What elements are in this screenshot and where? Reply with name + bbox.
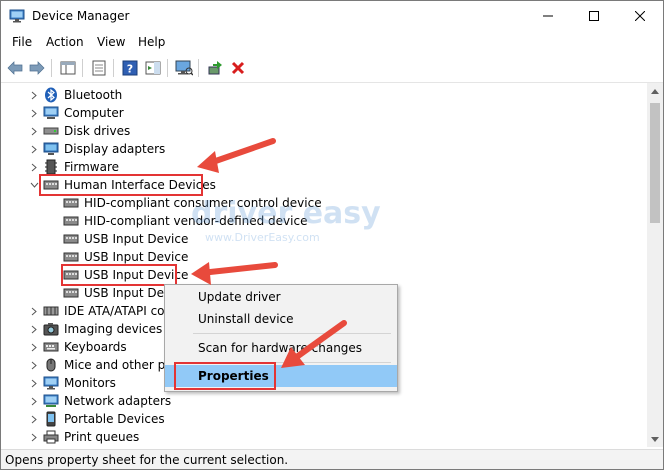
- chevron-right-icon[interactable]: [29, 342, 39, 352]
- toolbar-separator: [51, 59, 52, 77]
- back-arrow-icon: [7, 61, 23, 75]
- toolbar-separator: [113, 59, 114, 77]
- tree-item-usb-input-device-4[interactable]: USB Input Devi: [63, 284, 174, 302]
- back-button[interactable]: [5, 58, 25, 78]
- hid-icon: [63, 213, 79, 229]
- hid-icon: [63, 285, 79, 301]
- vertical-scrollbar[interactable]: [647, 83, 663, 447]
- scan-monitor-icon: [175, 60, 193, 76]
- tree-item-print-queues[interactable]: Print queues: [31, 428, 139, 446]
- action-pane-icon: [145, 61, 161, 75]
- toolbar: ?: [1, 54, 663, 83]
- tree-item-mice-and-other-pointing[interactable]: Mice and other po: [31, 356, 173, 374]
- show-hide-console-tree-button[interactable]: [58, 58, 78, 78]
- scan-hardware-button[interactable]: [174, 58, 194, 78]
- chevron-down-icon[interactable]: [29, 180, 39, 190]
- tree-item-hid-vendor-defined[interactable]: HID-compliant vendor-defined device: [63, 212, 307, 230]
- tree-item-imaging-devices[interactable]: Imaging devices: [31, 320, 162, 338]
- hid-icon: [63, 195, 79, 211]
- chevron-right-icon[interactable]: [29, 378, 39, 388]
- maximize-button[interactable]: [571, 1, 617, 31]
- tree-item-computer[interactable]: Computer: [31, 104, 124, 122]
- red-x-icon: [231, 61, 245, 75]
- computer-icon: [43, 105, 59, 121]
- hid-icon: [63, 249, 79, 265]
- disk-drive-icon: [43, 123, 59, 139]
- properties-sheet-icon: [92, 60, 106, 76]
- chevron-right-icon[interactable]: [29, 108, 39, 118]
- highlight-box-usb-input-device: [61, 264, 177, 286]
- menu-file[interactable]: File: [12, 35, 32, 49]
- forward-arrow-icon: [29, 61, 45, 75]
- tree-item-display-adapters[interactable]: Display adapters: [31, 140, 165, 158]
- tree-item-monitors[interactable]: Monitors: [31, 374, 116, 392]
- menu-bar: File Action View Help: [1, 31, 663, 53]
- chevron-right-icon[interactable]: [29, 432, 39, 442]
- firmware-icon: [43, 159, 59, 175]
- window-title: Device Manager: [32, 9, 130, 23]
- hid-icon: [63, 231, 79, 247]
- close-button[interactable]: [617, 1, 663, 31]
- tree-item-bluetooth[interactable]: Bluetooth: [31, 86, 122, 104]
- display-adapter-icon: [43, 141, 59, 157]
- menu-action[interactable]: Action: [46, 35, 84, 49]
- svg-text:?: ?: [127, 63, 133, 76]
- console-tree-icon: [60, 61, 76, 75]
- toolbar-separator: [167, 59, 168, 77]
- menu-item-uninstall-device[interactable]: Uninstall device: [165, 308, 397, 330]
- toolbar-separator: [198, 59, 199, 77]
- uninstall-device-toolbar-button[interactable]: [228, 58, 248, 78]
- highlight-box-properties: [174, 362, 276, 390]
- menu-item-update-driver[interactable]: Update driver: [165, 286, 397, 308]
- forward-button[interactable]: [27, 58, 47, 78]
- printer-icon: [43, 429, 59, 445]
- device-tree: Bluetooth Computer Disk drives Display a…: [3, 83, 647, 447]
- tree-item-network-adapters[interactable]: Network adapters: [31, 392, 171, 410]
- action-pane-button[interactable]: [143, 58, 163, 78]
- scrollbar-thumb[interactable]: [650, 103, 660, 223]
- chevron-right-icon[interactable]: [29, 324, 39, 334]
- highlight-box-hid: [39, 174, 203, 196]
- update-driver-icon: [208, 61, 222, 75]
- properties-toolbar-button[interactable]: [89, 58, 109, 78]
- tree-item-disk-drives[interactable]: Disk drives: [31, 122, 130, 140]
- ide-icon: [43, 303, 59, 319]
- monitor-icon: [43, 375, 59, 391]
- menu-view[interactable]: View: [97, 35, 125, 49]
- camera-icon: [43, 321, 59, 337]
- help-icon: ?: [122, 60, 138, 76]
- chevron-right-icon[interactable]: [29, 126, 39, 136]
- chevron-right-icon[interactable]: [29, 396, 39, 406]
- tree-item-portable-devices[interactable]: Portable Devices: [31, 410, 165, 428]
- menu-help[interactable]: Help: [138, 35, 165, 49]
- minimize-button[interactable]: [525, 1, 571, 31]
- tree-item-ide-ata-atapi[interactable]: IDE ATA/ATAPI co: [31, 302, 165, 320]
- chevron-right-icon[interactable]: [29, 144, 39, 154]
- tree-item-hid-consumer-control[interactable]: HID-compliant consumer control device: [63, 194, 322, 212]
- tree-item-keyboards[interactable]: Keyboards: [31, 338, 127, 356]
- chevron-right-icon[interactable]: [29, 162, 39, 172]
- bluetooth-icon: [43, 87, 59, 103]
- device-manager-window: Device Manager File Action View Help ? B…: [0, 0, 664, 470]
- scroll-up-arrow-icon[interactable]: [647, 83, 663, 99]
- keyboard-icon: [43, 339, 59, 355]
- status-bar: Opens property sheet for the current sel…: [1, 449, 663, 469]
- chevron-right-icon[interactable]: [29, 414, 39, 424]
- status-text: Opens property sheet for the current sel…: [5, 453, 289, 467]
- toolbar-separator: [82, 59, 83, 77]
- title-bar: Device Manager: [1, 1, 663, 31]
- menu-item-scan-for-hardware-changes[interactable]: Scan for hardware changes: [165, 337, 397, 359]
- update-driver-toolbar-button[interactable]: [205, 58, 225, 78]
- mouse-icon: [43, 357, 59, 373]
- portable-device-icon: [43, 411, 59, 427]
- scroll-down-arrow-icon[interactable]: [647, 431, 663, 447]
- help-toolbar-button[interactable]: ?: [120, 58, 140, 78]
- tree-item-usb-input-device-1[interactable]: USB Input Device: [63, 230, 188, 248]
- network-icon: [43, 393, 59, 409]
- context-menu-separator: [193, 333, 391, 334]
- chevron-right-icon[interactable]: [29, 90, 39, 100]
- chevron-right-icon[interactable]: [29, 360, 39, 370]
- chevron-right-icon[interactable]: [29, 306, 39, 316]
- device-manager-icon: [9, 9, 25, 23]
